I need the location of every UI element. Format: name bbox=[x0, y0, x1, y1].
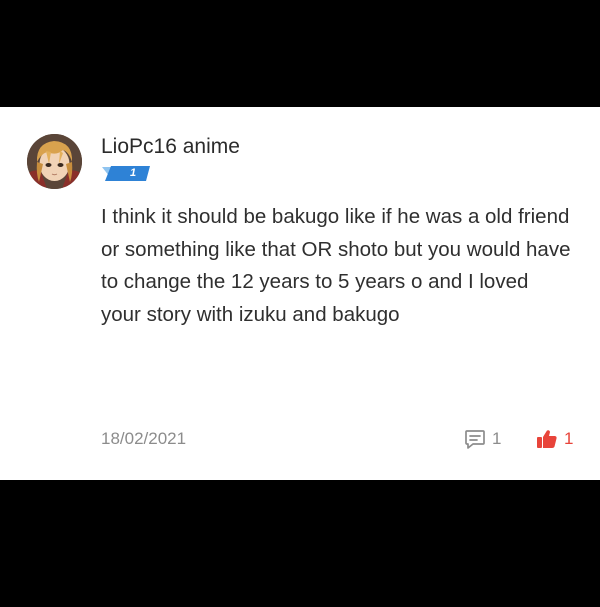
username[interactable]: LioPc16 anime bbox=[101, 135, 240, 159]
bottom-black-band bbox=[0, 480, 600, 607]
reply-count: 1 bbox=[492, 429, 502, 448]
level-badge: 1 bbox=[102, 165, 150, 182]
user-avatar[interactable] bbox=[27, 134, 82, 189]
comment-body: I think it should be bakugo like if he w… bbox=[101, 205, 571, 326]
anime-avatar-icon bbox=[27, 134, 82, 189]
like-count: 1 bbox=[564, 429, 574, 448]
comment-card: LioPc16 anime 1 I think it should be bak… bbox=[0, 107, 600, 480]
comment-date: 18/02/2021 bbox=[101, 429, 187, 448]
comment-icon bbox=[465, 430, 485, 449]
level-number: 1 bbox=[129, 167, 137, 179]
like-button[interactable]: 1 bbox=[536, 427, 573, 451]
top-black-band bbox=[0, 0, 600, 107]
thumbs-up-icon bbox=[537, 430, 557, 448]
reply-button[interactable]: 1 bbox=[464, 427, 501, 451]
